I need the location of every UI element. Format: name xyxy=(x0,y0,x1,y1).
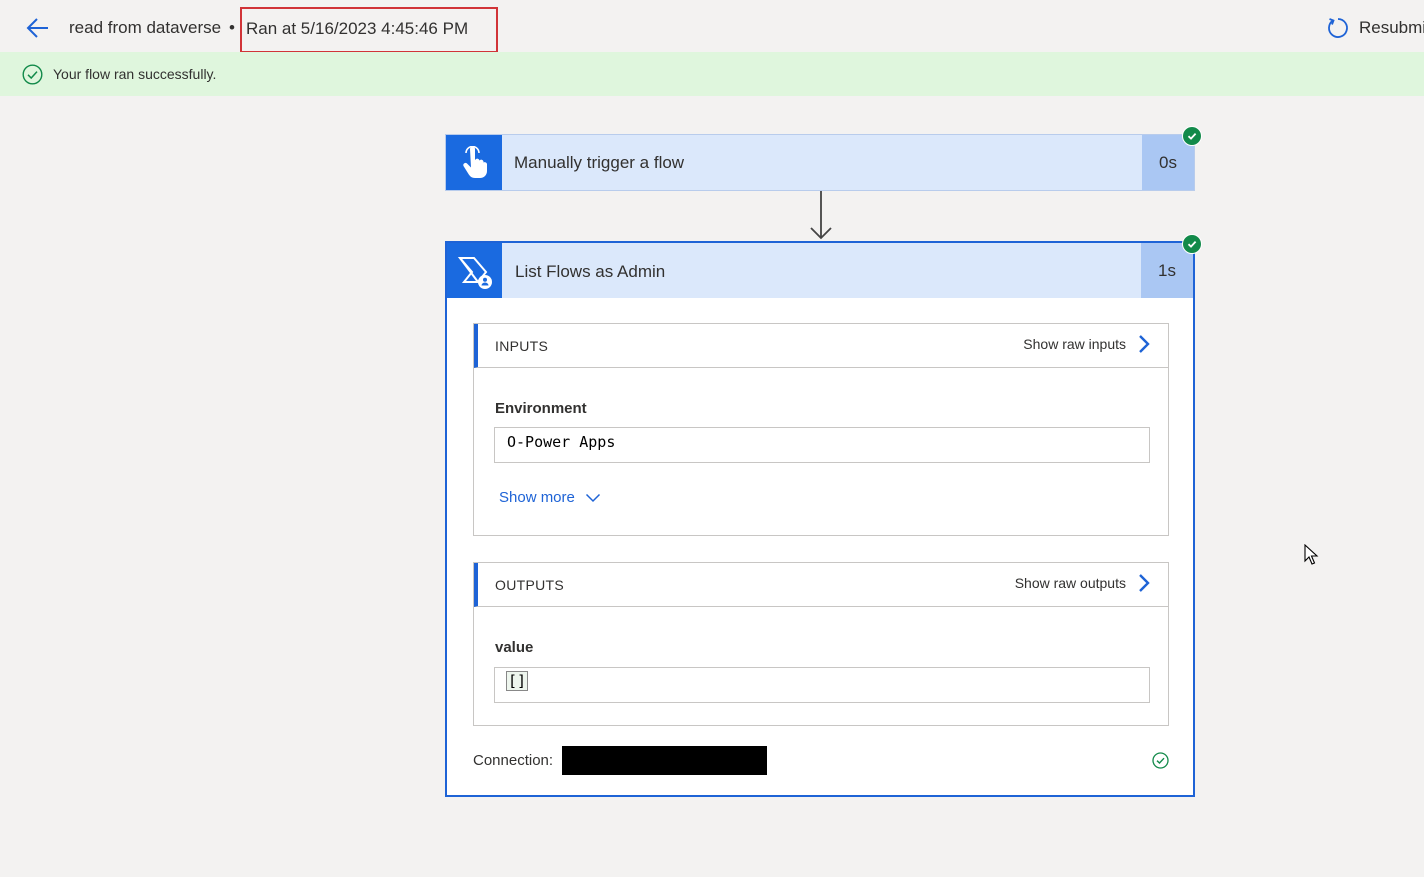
environment-value: O-Power Apps xyxy=(507,433,616,451)
trigger-card[interactable]: Manually trigger a flow 0s xyxy=(445,134,1195,191)
resubmit-button[interactable]: Resubmi xyxy=(1326,15,1424,41)
check-circle-icon xyxy=(1152,752,1169,769)
show-raw-outputs-button[interactable]: Show raw outputs xyxy=(1015,573,1150,593)
action-card: List Flows as Admin 1s INPUTS Show raw i… xyxy=(445,241,1195,797)
run-timestamp: Ran at 5/16/2023 4:45:46 PM xyxy=(246,19,469,38)
chevron-down-icon xyxy=(585,493,600,502)
inputs-label: INPUTS xyxy=(495,338,549,354)
touch-hand-icon xyxy=(446,135,502,190)
trigger-title: Manually trigger a flow xyxy=(514,153,685,172)
show-more-label: Show more xyxy=(499,489,575,506)
environment-field: O-Power Apps xyxy=(494,427,1150,463)
inputs-section-header: INPUTS Show raw inputs xyxy=(474,324,1168,368)
show-raw-inputs-label: Show raw inputs xyxy=(1023,336,1126,352)
highlight-box: Ran at 5/16/2023 4:45:46 PM xyxy=(240,7,498,53)
power-automate-admin-icon xyxy=(447,243,502,298)
redacted-connection xyxy=(562,746,768,775)
connection-row: Connection: xyxy=(473,746,768,775)
back-arrow-icon[interactable] xyxy=(24,14,52,42)
run-header: read from dataverse • Ran at 5/16/2023 4… xyxy=(0,0,1424,53)
show-raw-outputs-label: Show raw outputs xyxy=(1014,575,1126,591)
flow-connector-arrow xyxy=(810,191,832,240)
resubmit-label: Resubmi xyxy=(1359,18,1424,37)
environment-label: Environment xyxy=(495,400,587,417)
flow-name: read from dataverse xyxy=(69,18,222,37)
outputs-section: OUTPUTS Show raw outputs value [] xyxy=(473,562,1169,726)
connection-label: Connection: xyxy=(473,752,554,769)
value-field: [] xyxy=(494,667,1150,703)
success-banner: Your flow ran successfully. xyxy=(0,52,1424,96)
refresh-icon xyxy=(1328,18,1348,38)
mouse-cursor-icon xyxy=(1304,544,1319,565)
value-output: [] xyxy=(505,671,529,691)
check-circle-icon xyxy=(22,63,43,85)
chevron-right-icon xyxy=(1139,574,1150,592)
show-more-button[interactable]: Show more xyxy=(499,489,601,506)
action-title: List Flows as Admin xyxy=(515,262,666,281)
outputs-section-header: OUTPUTS Show raw outputs xyxy=(474,563,1168,607)
banner-message: Your flow ran successfully. xyxy=(53,66,217,82)
chevron-right-icon xyxy=(1139,335,1150,353)
show-raw-inputs-button[interactable]: Show raw inputs xyxy=(1023,334,1150,354)
title-separator: • xyxy=(229,18,235,37)
action-success-icon xyxy=(1182,234,1202,254)
action-header[interactable]: List Flows as Admin 1s xyxy=(447,243,1193,298)
trigger-success-icon xyxy=(1182,126,1202,146)
outputs-label: OUTPUTS xyxy=(495,577,564,593)
value-label: value xyxy=(495,639,534,656)
inputs-section: INPUTS Show raw inputs Environment O-Pow… xyxy=(473,323,1169,536)
